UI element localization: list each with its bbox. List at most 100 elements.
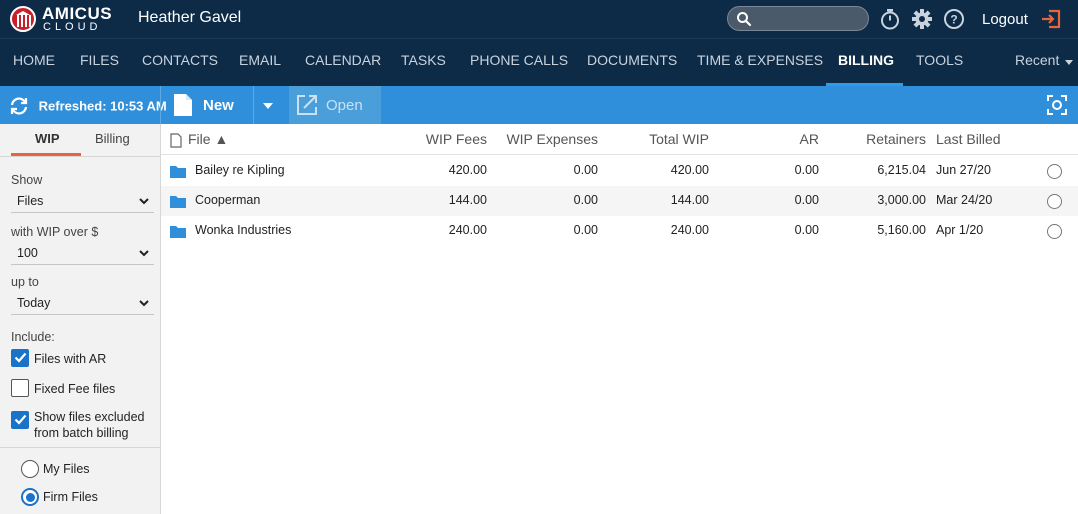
table-row[interactable]: Cooperman 144.00 0.00 144.00 0.00 3,000.… xyxy=(161,186,1078,216)
show-excluded-files-checkbox[interactable] xyxy=(11,411,29,429)
my-files-radio[interactable] xyxy=(21,460,39,478)
row-select-radio[interactable] xyxy=(1047,224,1062,239)
nav-recent[interactable]: Recent xyxy=(1015,52,1059,68)
column-header-file-label: File ▲ xyxy=(188,131,229,147)
my-files-label: My Files xyxy=(43,462,90,476)
fixed-fee-files-label: Fixed Fee files xyxy=(34,382,116,396)
folder-icon xyxy=(170,166,186,178)
chevron-down-icon xyxy=(1065,60,1073,65)
gear-icon[interactable] xyxy=(911,8,933,30)
column-header-wip-expenses[interactable]: WIP Expenses xyxy=(478,131,598,147)
firm-files-radio[interactable] xyxy=(21,488,39,506)
cell-last-billed: Jun 27/20 xyxy=(936,163,991,177)
new-button-label: New xyxy=(203,97,234,114)
nav-phone-calls[interactable]: PHONE CALLS xyxy=(470,52,568,68)
open-button[interactable]: Open xyxy=(289,86,381,124)
stopwatch-icon[interactable] xyxy=(879,8,901,30)
nav-home[interactable]: HOME xyxy=(13,52,55,68)
folder-icon xyxy=(170,226,186,238)
logout-icon[interactable] xyxy=(1040,8,1062,30)
refresh-button[interactable]: Refreshed: 10:53 AM xyxy=(8,96,167,116)
open-button-label: Open xyxy=(326,97,363,114)
app-header: AMICUS CLOUD Heather Gavel ? Logout xyxy=(0,0,1078,38)
cell-wip-fees: 420.00 xyxy=(448,163,487,177)
grid-header: File ▲ WIP Fees WIP Expenses Total WIP A… xyxy=(161,124,1078,155)
show-select[interactable]: Files xyxy=(11,191,154,213)
nav-tasks[interactable]: TASKS xyxy=(401,52,446,68)
up-to-label: up to xyxy=(11,275,39,289)
cell-wip-expenses: 0.00 xyxy=(573,193,598,207)
folder-icon xyxy=(170,196,186,208)
refresh-icon xyxy=(10,97,28,115)
cell-wip-expenses: 0.00 xyxy=(573,163,598,177)
show-excluded-files-label: Show files excluded from batch billing xyxy=(34,409,144,441)
cell-wip-fees: 240.00 xyxy=(448,223,487,237)
checkmark-icon xyxy=(14,352,27,363)
help-icon[interactable]: ? xyxy=(943,8,965,30)
refreshed-label: Refreshed: 10:53 AM xyxy=(38,98,167,114)
filter-panel: WIP Billing Show Files with WIP over $ 1… xyxy=(0,124,161,514)
nav-contacts[interactable]: CONTACTS xyxy=(142,52,218,68)
cell-wip-fees: 144.00 xyxy=(448,193,487,207)
column-header-file[interactable]: File ▲ xyxy=(170,131,228,148)
wip-over-select-value: 100 xyxy=(17,246,38,260)
show-excluded-files-label-line1: Show files excluded xyxy=(34,410,145,424)
cell-retainers: 5,160.00 xyxy=(877,223,926,237)
row-select-radio[interactable] xyxy=(1047,194,1062,209)
include-label: Include: xyxy=(11,330,55,344)
checkmark-icon xyxy=(14,414,27,425)
cell-ar: 0.00 xyxy=(794,223,819,237)
table-row[interactable]: Wonka Industries 240.00 0.00 240.00 0.00… xyxy=(161,216,1078,246)
search-input[interactable] xyxy=(727,6,869,31)
column-header-total-wip[interactable]: Total WIP xyxy=(609,131,709,147)
show-label: Show xyxy=(11,173,43,187)
cell-last-billed: Mar 24/20 xyxy=(936,193,993,207)
nav-time-expenses[interactable]: TIME & EXPENSES xyxy=(697,52,823,68)
main-nav: HOME FILES CONTACTS EMAIL CALENDAR TASKS… xyxy=(0,38,1078,87)
nav-calendar[interactable]: CALENDAR xyxy=(305,52,381,68)
tab-billing[interactable]: Billing xyxy=(95,131,130,146)
logout-link[interactable]: Logout xyxy=(982,11,1028,28)
tab-wip[interactable]: WIP xyxy=(35,131,60,146)
wip-over-select[interactable]: 100 xyxy=(11,243,154,265)
firm-files-label: Firm Files xyxy=(43,490,98,504)
cell-file[interactable]: Bailey re Kipling xyxy=(195,163,285,177)
fixed-fee-files-checkbox[interactable] xyxy=(11,379,29,397)
nav-billing[interactable]: BILLING xyxy=(838,52,894,68)
up-to-select-value: Today xyxy=(17,296,51,310)
cell-total-wip: 420.00 xyxy=(670,163,709,177)
nav-email[interactable]: EMAIL xyxy=(239,52,281,68)
new-button[interactable]: New xyxy=(161,86,253,124)
amicus-logo[interactable]: AMICUS CLOUD xyxy=(10,4,120,33)
cell-wip-expenses: 0.00 xyxy=(573,223,598,237)
column-header-wip-fees[interactable]: WIP Fees xyxy=(387,131,487,147)
files-with-ar-label: Files with AR xyxy=(34,352,107,366)
column-header-retainers[interactable]: Retainers xyxy=(826,131,926,147)
nav-tools[interactable]: TOOLS xyxy=(916,52,963,68)
column-header-ar[interactable]: AR xyxy=(719,131,819,147)
new-document-icon xyxy=(174,94,192,116)
logo-shield-icon xyxy=(10,6,36,32)
cell-retainers: 3,000.00 xyxy=(877,193,926,207)
chevron-down-icon xyxy=(139,300,149,307)
wip-grid: File ▲ WIP Fees WIP Expenses Total WIP A… xyxy=(161,124,1078,514)
user-name: Heather Gavel xyxy=(138,9,242,26)
show-excluded-files-label-line2: from batch billing xyxy=(34,426,129,440)
column-header-last-billed[interactable]: Last Billed xyxy=(936,131,1001,147)
nav-documents[interactable]: DOCUMENTS xyxy=(587,52,677,68)
nav-files[interactable]: FILES xyxy=(80,52,119,68)
new-dropdown-button[interactable] xyxy=(253,86,288,124)
table-row[interactable]: Bailey re Kipling 420.00 0.00 420.00 0.0… xyxy=(161,156,1078,186)
cell-file[interactable]: Wonka Industries xyxy=(195,223,291,237)
focus-view-icon[interactable] xyxy=(1046,94,1068,116)
cell-total-wip: 240.00 xyxy=(670,223,709,237)
cell-ar: 0.00 xyxy=(794,193,819,207)
up-to-select[interactable]: Today xyxy=(11,293,154,315)
action-toolbar: Refreshed: 10:53 AM New Open xyxy=(0,86,1078,124)
open-external-icon xyxy=(297,95,317,115)
cell-last-billed: Apr 1/20 xyxy=(936,223,984,237)
cell-file[interactable]: Cooperman xyxy=(195,193,260,207)
row-select-radio[interactable] xyxy=(1047,164,1062,179)
files-with-ar-checkbox[interactable] xyxy=(11,349,29,367)
svg-text:?: ? xyxy=(950,13,957,27)
